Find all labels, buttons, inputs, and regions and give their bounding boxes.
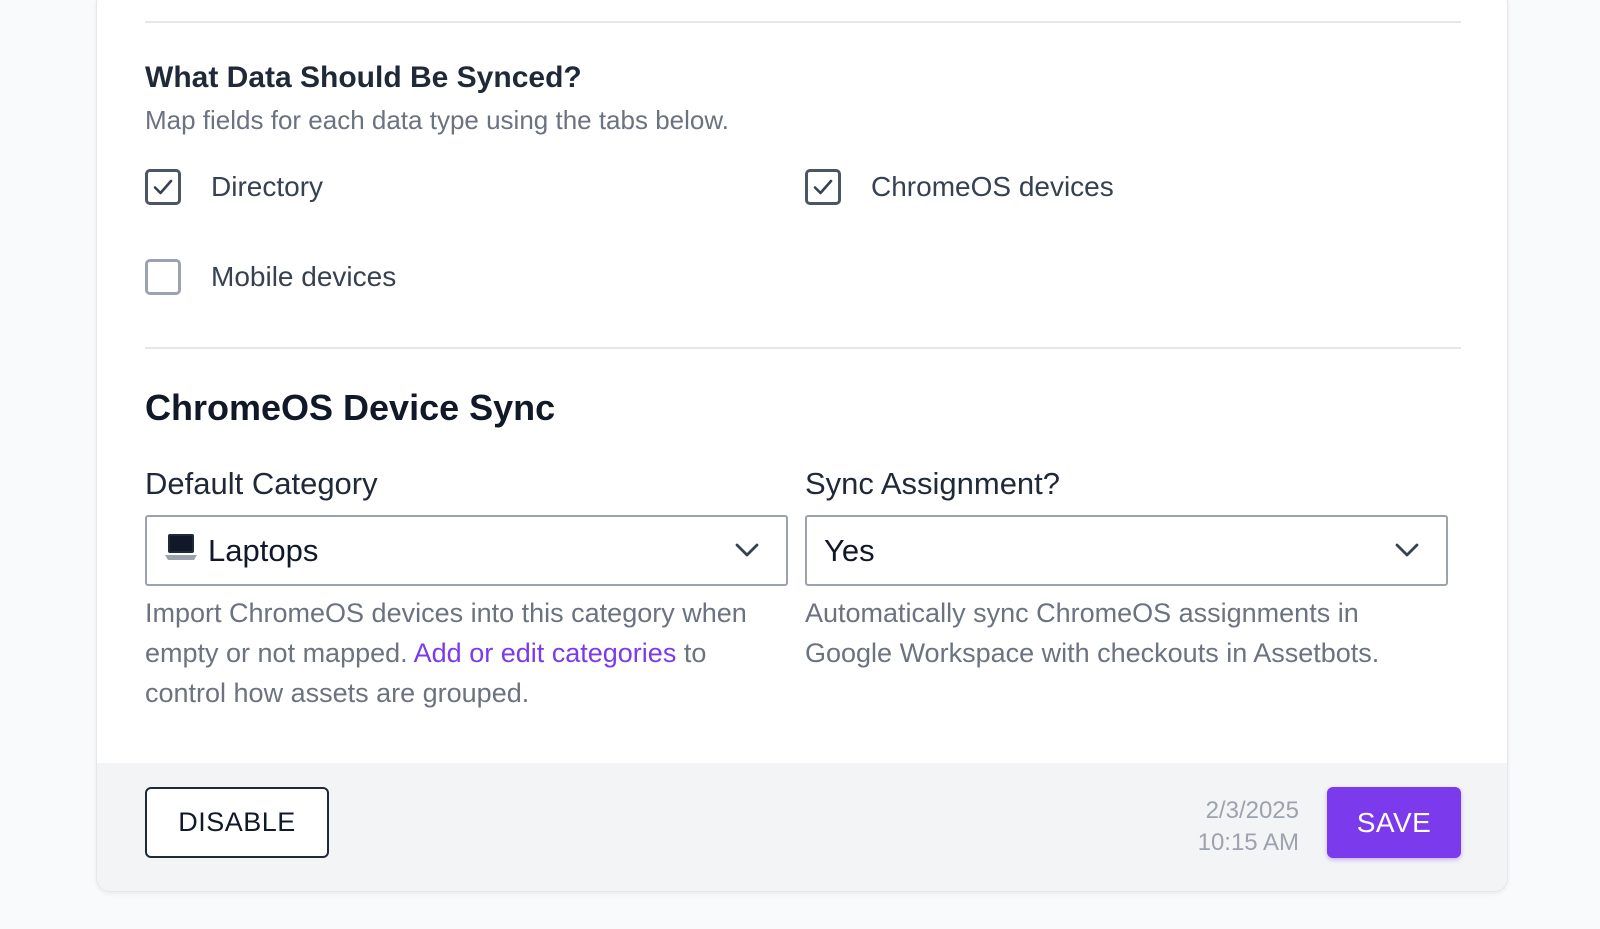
mobile-devices-label: Mobile devices (211, 261, 397, 292)
directory-checkbox[interactable] (145, 169, 181, 205)
default-category-value: Laptops (208, 532, 319, 568)
data-sync-subtitle: Map fields for each data type using the … (145, 105, 729, 135)
checkbox-row-mobile-devices[interactable]: Mobile devices (145, 259, 396, 295)
checkbox-row-directory[interactable]: Directory (145, 169, 323, 205)
data-sync-title: What Data Should Be Synced? (145, 61, 582, 94)
disable-button[interactable]: DISABLE (145, 787, 329, 858)
chromeos-devices-checkbox[interactable] (805, 169, 841, 205)
mobile-devices-checkbox[interactable] (145, 259, 181, 295)
check-icon (153, 179, 173, 195)
laptop-icon (164, 532, 198, 570)
chromeos-sync-title: ChromeOS Device Sync (145, 387, 556, 428)
sync-assignment-label: Sync Assignment? (805, 466, 1061, 501)
sync-assignment-select[interactable]: Yes (805, 515, 1448, 586)
section-divider (145, 347, 1461, 349)
default-category-select[interactable]: Laptops (145, 515, 788, 586)
sync-assignment-help: Automatically sync ChromeOS assignments … (805, 598, 1380, 668)
chromeos-devices-label: ChromeOS devices (871, 171, 1114, 202)
chevron-down-icon (1395, 543, 1419, 557)
save-button[interactable]: SAVE (1327, 787, 1461, 858)
directory-label: Directory (211, 171, 324, 202)
chevron-down-icon (735, 543, 759, 557)
sync-assignment-value: Yes (824, 532, 875, 568)
saved-time: 10:15 AM (1197, 829, 1299, 856)
top-divider (145, 21, 1461, 23)
card-footer: DISABLE 2/3/2025 10:15 AM SAVE (97, 763, 1507, 891)
last-saved-timestamp: 2/3/2025 10:15 AM (1198, 795, 1299, 859)
default-category-help: Import ChromeOS devices into this catego… (145, 598, 747, 708)
default-category-label: Default Category (145, 466, 378, 501)
add-edit-categories-link[interactable]: Add or edit categories (414, 638, 677, 668)
integration-settings-card: What Data Should Be Synced? Map fields f… (96, 0, 1508, 892)
check-icon (813, 179, 833, 195)
checkbox-row-chromeos-devices[interactable]: ChromeOS devices (805, 169, 1114, 205)
saved-date: 2/3/2025 (1205, 797, 1299, 824)
